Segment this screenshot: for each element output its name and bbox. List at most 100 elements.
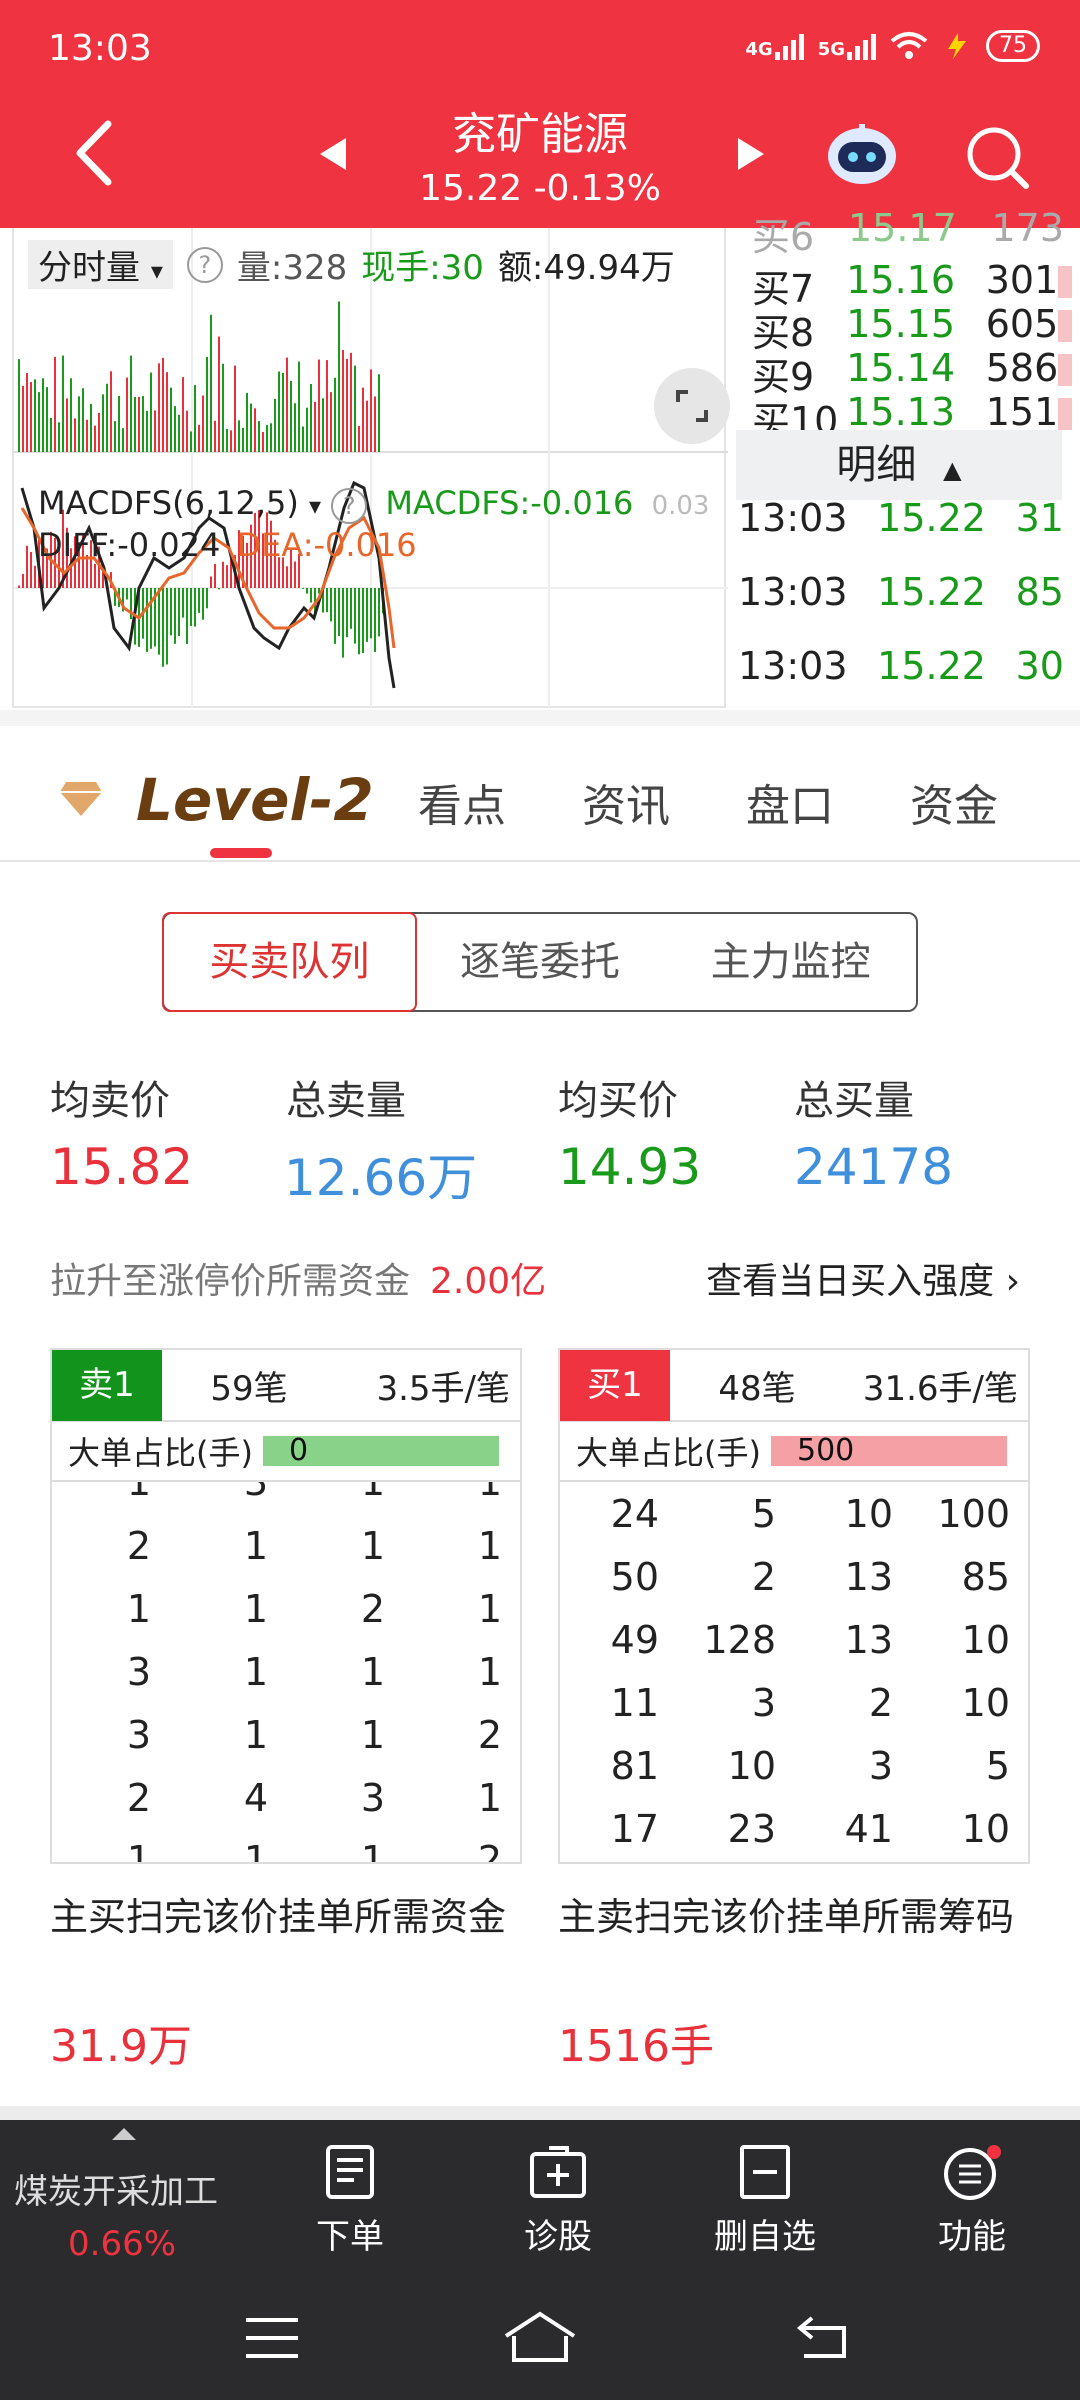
home-icon[interactable] [502,2310,578,2364]
dropdown-icon: ▾ [309,492,322,520]
macd-bar [166,588,168,665]
tab-handicap[interactable]: 盘口 [746,770,834,834]
nav-functions[interactable]: 功能 [938,2144,1006,2258]
buy-order-count: 48笔 [718,1368,796,1409]
total-buy-label: 总买量 [794,1078,914,1124]
volume-bar [238,420,240,452]
sector-expand-icon[interactable] [112,2128,136,2140]
orderbook-row-partial: 买6 15.17 173 [752,206,1064,259]
next-stock-icon[interactable] [736,136,766,172]
wifi-icon [890,32,928,59]
volume-bar [94,425,96,452]
back-icon[interactable] [794,2312,854,2362]
macd-bar [330,588,332,622]
volume-bar [66,398,68,452]
sector-name[interactable]: 煤炭开采加工 [14,2164,218,2213]
volume-bar [358,425,360,452]
order-book[interactable]: 买6 15.17 173 买7 15.16 301 买8 15.15 605 买… [730,206,1080,708]
macd-bar [366,588,368,642]
amount-value: 额:49.94万 [497,248,675,288]
volume-bar [346,358,348,452]
volume-bar [334,377,336,452]
tab-funds[interactable]: 资金 [910,770,998,834]
robot-assistant-icon[interactable] [826,122,898,186]
macd-bar [350,588,352,629]
intraday-chart-panel[interactable]: 分时量 ▾ ? 量:328 现手:30 额:49.94万 MACDFS(6,12… [12,228,730,708]
volume-bar [1058,354,1073,386]
volume-selector[interactable]: 分时量 ▾ [28,240,173,289]
volume-bar [1058,310,1073,342]
volume-bar [274,398,276,452]
nav-diagnose[interactable]: 诊股 [524,2144,592,2258]
queue-row: 49 128 13 10 [610,1618,1010,1662]
avg-buy-label: 均买价 [558,1078,678,1124]
queue-row: 24 5 10 100 [610,1492,1010,1536]
dea-value: DEA:-0.016 [236,526,417,564]
segment-tick-orders[interactable]: 逐笔委托 [415,914,666,1010]
macd-bar [158,588,160,655]
chart-area: 分时量 ▾ ? 量:328 现手:30 额:49.94万 MACDFS(6,12… [0,206,1080,710]
volume-bar [122,428,124,452]
sell-sweep-shares-value: 1516手 [558,2021,714,2072]
buy-queue-panel[interactable]: 买1 48笔 31.6手/笔 大单占比(手) 500 24 5 10 100 50 2 1… [558,1348,1030,1864]
volume-bar [378,374,380,452]
detail-tabs: Level-2 看点 资讯 盘口 资金 [0,726,1080,862]
search-icon[interactable] [964,124,1030,190]
buy-avg-hands: 31.6手/笔 [862,1368,1018,1409]
status-time: 13:03 [48,28,152,69]
queue-row: 1112 [126,1838,502,1862]
nav-remove-watchlist[interactable]: 删自选 [714,2144,816,2258]
macd-bar [374,588,376,652]
section-divider [0,710,1080,726]
volume-bar [174,406,176,452]
remove-watchlist-icon [740,2145,790,2199]
fullscreen-button[interactable] [654,368,730,444]
tab-news[interactable]: 资讯 [582,770,670,834]
total-sell-value: 12.66万 [284,1149,478,1207]
total-buy-value: 24178 [794,1138,954,1196]
volume-bar [146,410,148,452]
menu-icon[interactable] [242,2314,302,2364]
macd-bar [342,588,344,658]
help-icon[interactable]: ? [186,246,223,283]
volume-bar [86,419,88,452]
queue-row: 1121 [126,1587,502,1631]
segment-main-monitor[interactable]: 主力监控 [665,914,916,1010]
volume-bar [278,371,280,452]
buy-big-order-ratio: 大单占比(手) 500 [560,1422,1028,1482]
sector-change: 0.66% [68,2224,177,2264]
segment-order-queue[interactable]: 买卖队列 [162,912,417,1012]
dropdown-icon: ▾ [150,257,163,285]
volume-bar [370,369,372,452]
volume-bar [226,429,228,452]
help-icon[interactable]: ? [331,488,368,524]
sell-order-count: 59笔 [210,1368,288,1409]
volume-bars [14,228,728,708]
volume-bar [186,410,188,452]
buy-queue-header: 买1 48笔 31.6手/笔 [560,1350,1028,1422]
macd-title[interactable]: MACDFS(6,12,5) [38,484,299,522]
nav-order[interactable]: 下单 [316,2144,384,2258]
volume-bar [110,371,112,452]
tab-highlights[interactable]: 看点 [418,770,506,834]
volume-bar [154,410,156,452]
queue-row: 50 2 13 85 [610,1555,1010,1599]
volume-bar [326,360,328,452]
volume-bar [354,365,356,452]
volume-bar [258,421,260,452]
macd-bar [338,588,340,636]
macd-bar [174,588,176,644]
macd-bar [334,588,336,644]
volume-bar [62,355,64,452]
stock-quote: 15.22 -0.13% [419,168,661,209]
macd-bar [214,563,216,588]
volume-bar [322,398,324,452]
volume-bar [218,336,220,452]
sell-queue-panel[interactable]: 卖1 59笔 3.5手/笔 大单占比(手) 0 1311 2111 1121 3… [50,1348,522,1864]
detail-header[interactable]: 明细 ▲ [736,430,1062,500]
queue-row: 3112 [126,1713,502,1757]
tab-level2[interactable]: Level-2 [136,766,374,834]
volume-bar [58,422,60,452]
buy-strength-link[interactable]: 查看当日买入强度 › [706,1252,1020,1304]
macd-bar [190,588,192,626]
